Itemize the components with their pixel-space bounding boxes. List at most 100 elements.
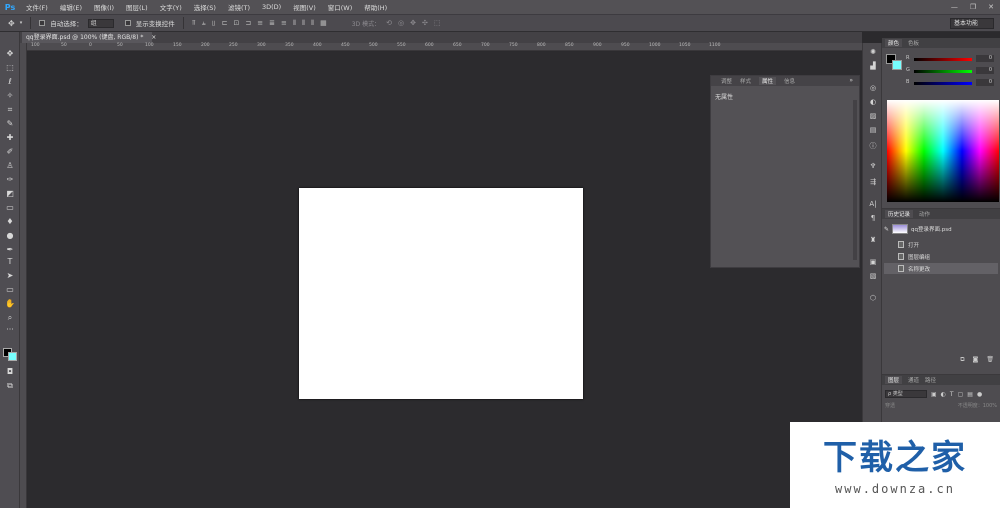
move-tool-icon[interactable]: ✥ bbox=[8, 19, 15, 28]
background-color-swatch[interactable] bbox=[892, 60, 902, 70]
history-item-selected[interactable]: 名称更改 bbox=[884, 263, 998, 274]
screen-mode-icon[interactable]: ⧉ bbox=[2, 380, 18, 392]
shape-filter-icon[interactable]: ▢ bbox=[958, 391, 964, 398]
tab-styles[interactable]: 样式 bbox=[740, 77, 751, 85]
auto-align-icon[interactable]: ▦ bbox=[320, 19, 327, 28]
styles-icon[interactable]: ▨ bbox=[866, 111, 880, 121]
gradient-tool-icon[interactable]: ▭ bbox=[2, 202, 18, 214]
background-color-swatch[interactable] bbox=[8, 352, 17, 361]
tab-color[interactable]: 颜色 bbox=[885, 39, 903, 47]
healing-brush-icon[interactable]: ✚ bbox=[2, 132, 18, 144]
menu-file[interactable]: 文件(F) bbox=[20, 2, 54, 12]
more-tools-icon[interactable]: ··· bbox=[2, 324, 18, 336]
slide-3d-icon[interactable]: ✣ bbox=[422, 19, 428, 28]
character-icon[interactable]: A| bbox=[866, 199, 880, 209]
adjustment-filter-icon[interactable]: ◐ bbox=[941, 391, 946, 398]
tab-properties[interactable]: 属性 bbox=[759, 77, 777, 85]
trash-icon[interactable]: 🗑 bbox=[986, 356, 994, 366]
align-top-icon[interactable]: ⫪ bbox=[192, 19, 196, 28]
tab-info[interactable]: 信息 bbox=[784, 77, 795, 85]
rotate-3d-icon[interactable]: ⟲ bbox=[386, 19, 392, 28]
hand-tool-icon[interactable]: ✋ bbox=[2, 298, 18, 310]
type-filter-icon[interactable]: T bbox=[950, 391, 954, 398]
tab-paths[interactable]: 路径 bbox=[925, 376, 936, 384]
vertical-ruler[interactable] bbox=[20, 43, 27, 508]
red-slider[interactable] bbox=[914, 58, 972, 61]
properties-icon[interactable]: ▤ bbox=[866, 125, 880, 135]
pen-tool-icon[interactable]: ✒ bbox=[2, 244, 18, 256]
close-icon[interactable]: ✕ bbox=[988, 3, 994, 11]
properties-scrollbar[interactable] bbox=[853, 100, 857, 260]
dodge-tool-icon[interactable]: ● bbox=[2, 230, 18, 242]
marquee-tool-icon[interactable]: ⬚ bbox=[2, 62, 18, 74]
crop-tool-icon[interactable]: ⌗ bbox=[2, 104, 18, 116]
brush-presets-icon[interactable]: ♆ bbox=[866, 161, 880, 171]
path-selection-icon[interactable]: ➤ bbox=[2, 270, 18, 282]
pixel-filter-icon[interactable]: ▣ bbox=[931, 391, 937, 398]
move-tool-icon[interactable]: ✥ bbox=[2, 48, 18, 60]
distribute-hcenter-icon[interactable]: ⦀ bbox=[302, 19, 305, 28]
camera-icon[interactable]: ◙ bbox=[973, 356, 979, 366]
lasso-tool-icon[interactable]: ℓ bbox=[2, 76, 18, 88]
tab-channels[interactable]: 通道 bbox=[908, 376, 919, 384]
tab-history[interactable]: 历史记录 bbox=[885, 210, 914, 218]
adjustments-icon[interactable]: ◐ bbox=[866, 97, 880, 107]
tab-actions[interactable]: 动作 bbox=[919, 210, 930, 218]
history-snapshot[interactable]: ✎ qq登录界面.psd bbox=[884, 222, 998, 236]
quick-mask-icon[interactable]: ◘ bbox=[2, 366, 18, 378]
blue-slider[interactable] bbox=[914, 82, 972, 85]
menu-select[interactable]: 选择(S) bbox=[188, 2, 222, 12]
green-value-field[interactable]: 0 bbox=[976, 67, 994, 74]
tab-layers[interactable]: 图层 bbox=[885, 376, 903, 384]
restore-icon[interactable]: ❐ bbox=[970, 3, 976, 11]
info-icon[interactable]: ⓘ bbox=[866, 141, 880, 151]
paragraph-icon[interactable]: ¶ bbox=[866, 213, 880, 223]
distribute-left-icon[interactable]: ⦀ bbox=[293, 19, 296, 28]
menu-type[interactable]: 文字(Y) bbox=[154, 2, 188, 12]
blur-tool-icon[interactable]: ♦ bbox=[2, 216, 18, 228]
menu-layer[interactable]: 图层(L) bbox=[120, 2, 154, 12]
align-vcenter-icon[interactable]: ⫨ bbox=[202, 19, 206, 28]
scale-3d-icon[interactable]: ⬚ bbox=[434, 19, 441, 28]
color-spectrum[interactable] bbox=[887, 100, 999, 202]
brush-source-icon[interactable]: ✎ bbox=[884, 226, 889, 233]
document-canvas[interactable] bbox=[299, 188, 583, 399]
blend-mode-dropdown[interactable]: 穿透 bbox=[885, 402, 895, 412]
smart-object-filter-icon[interactable]: ▤ bbox=[967, 391, 973, 398]
clone-source-icon[interactable]: ♜ bbox=[866, 235, 880, 245]
brightness-icon[interactable]: ✺ bbox=[866, 47, 880, 57]
align-left-icon[interactable]: ⊏ bbox=[222, 19, 228, 28]
show-transform-checkbox[interactable] bbox=[124, 20, 131, 26]
filter-toggle-icon[interactable]: ● bbox=[977, 391, 982, 398]
layer-filter-dropdown[interactable]: ρ 类型 bbox=[885, 390, 927, 398]
layer-comps-icon[interactable]: ▧ bbox=[866, 271, 880, 281]
notes-icon[interactable]: ▣ bbox=[866, 257, 880, 267]
levels-icon[interactable]: ▟ bbox=[866, 61, 880, 71]
distribute-vcenter-icon[interactable]: ≣ bbox=[269, 19, 275, 28]
brush-tool-icon[interactable]: ✐ bbox=[2, 146, 18, 158]
history-item[interactable]: 图层编组 bbox=[884, 251, 998, 262]
align-right-icon[interactable]: ⊐ bbox=[245, 19, 251, 28]
align-bottom-icon[interactable]: ⫫ bbox=[212, 19, 216, 28]
auto-select-checkbox[interactable] bbox=[39, 20, 46, 26]
3d-panel-icon[interactable]: ⬡ bbox=[866, 293, 880, 303]
close-tab-icon[interactable]: × bbox=[151, 34, 156, 41]
blue-value-field[interactable]: 0 bbox=[976, 79, 994, 86]
magic-wand-icon[interactable]: ✧ bbox=[2, 90, 18, 102]
menu-view[interactable]: 视图(V) bbox=[287, 2, 322, 12]
menu-image[interactable]: 图像(I) bbox=[88, 2, 120, 12]
opacity-value[interactable]: 100% bbox=[983, 403, 997, 409]
history-brush-icon[interactable]: ✑ bbox=[2, 174, 18, 186]
type-tool-icon[interactable]: T bbox=[2, 256, 18, 268]
menu-help[interactable]: 帮助(H) bbox=[358, 2, 393, 12]
red-value-field[interactable]: 0 bbox=[976, 55, 994, 62]
history-item[interactable]: 打开 bbox=[884, 239, 998, 250]
brush-settings-icon[interactable]: ⇶ bbox=[866, 177, 880, 187]
menu-edit[interactable]: 编辑(E) bbox=[54, 2, 88, 12]
new-document-from-state-icon[interactable]: ⧉ bbox=[960, 356, 964, 366]
distribute-bottom-icon[interactable]: ≡ bbox=[281, 19, 287, 28]
rectangle-tool-icon[interactable]: ▭ bbox=[2, 284, 18, 296]
document-tab[interactable]: qq登录界面.psd @ 100% (键盘, RGB/8) * × bbox=[22, 32, 156, 43]
menu-filter[interactable]: 滤镜(T) bbox=[222, 2, 256, 12]
collapse-panel-icon[interactable]: » bbox=[849, 77, 853, 84]
